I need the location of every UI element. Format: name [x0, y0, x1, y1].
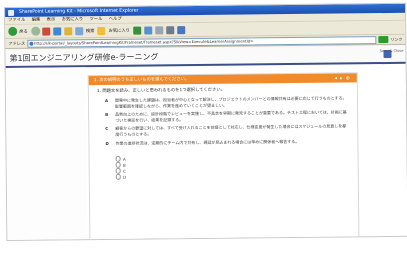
radio-button[interactable]: [115, 162, 122, 168]
mail-icon[interactable]: [154, 25, 163, 34]
option-b: B 品質向上のために、設計段階でレビューを実施し、不具合を早期に発見することが重…: [105, 110, 349, 124]
save-close-label[interactable]: Save & Close: [380, 49, 404, 53]
menu-favorites[interactable]: お気に入り: [62, 17, 84, 22]
question-text: 1. 問題文を読み、正しいと思われるものを1つ選択してください。: [96, 87, 225, 95]
forward-icon[interactable]: [30, 26, 40, 36]
menu-tools[interactable]: ツール: [89, 17, 102, 22]
go-button[interactable]: [378, 35, 389, 44]
radio-button[interactable]: [115, 156, 122, 162]
page-icon: [29, 41, 34, 46]
radio-button[interactable]: [115, 168, 122, 174]
menu-edit[interactable]: 編集: [32, 18, 41, 23]
option-text: 作業の進捗状況は、定期的にチーム内で共有し、遅延が見込まれる場合には早めに関係者…: [115, 138, 300, 146]
question-header-text: 1. 次の説明のうち正しいものを選んでください。: [93, 77, 190, 84]
question-header: 1. 次の説明のうち正しいものを選んでください。 ◂▸⊕: [88, 73, 357, 86]
answer-radio-d[interactable]: D: [115, 171, 358, 180]
address-input[interactable]: http://slk-portal/_layouts/SharePointLea…: [27, 35, 377, 48]
option-letter: C: [105, 126, 109, 132]
home-icon[interactable]: [63, 26, 72, 35]
window-title: SharePoint Learning Kit - Microsoft Inte…: [19, 8, 139, 15]
header-nav-icons[interactable]: ◂▸⊕: [334, 74, 353, 83]
radio-button[interactable]: [115, 174, 122, 180]
history-icon[interactable]: [143, 25, 152, 35]
favorites-label[interactable]: お気に入り: [108, 27, 130, 33]
menu-file[interactable]: ファイル: [8, 18, 25, 23]
option-a: A 開発中に発生した課題は、担当者が中心となって解決し、プロジェクトのメンバーと…: [105, 95, 349, 109]
address-url: http://slk-portal/_layouts/SharePointLea…: [34, 37, 254, 46]
course-header: 第1回エンジニアリング研修e-ラーニング Save & Close: [5, 45, 406, 68]
search-icon[interactable]: [74, 26, 83, 35]
favorites-icon[interactable]: [97, 26, 106, 35]
edit-icon[interactable]: [176, 25, 185, 34]
radio-label: C: [123, 168, 126, 174]
option-text: 品質向上のために、設計段階でレビューを実施し、不具合を早期に発見することが重要で…: [115, 109, 347, 123]
question-card: 1. 次の説明のうち正しいものを選んでください。 ◂▸⊕ 1. 問題文を読み、正…: [87, 72, 360, 240]
menu-help[interactable]: ヘルプ: [109, 17, 122, 22]
table-of-contents: [5, 67, 88, 240]
option-letter: A: [104, 97, 109, 103]
option-letter: D: [105, 140, 109, 146]
radio-label: D: [123, 174, 127, 180]
links-label[interactable]: リンク: [390, 36, 402, 42]
option-d: D 作業の進捗状況は、定期的にチーム内で共有し、遅延が見込まれる場合には早めに関…: [105, 138, 349, 146]
back-label[interactable]: 戻る: [19, 28, 28, 34]
back-icon[interactable]: [8, 26, 18, 36]
media-icon[interactable]: [132, 26, 141, 35]
menu-view[interactable]: 表示: [47, 17, 56, 22]
page-content: 第1回エンジニアリング研修e-ラーニング Save & Close 1. 次の説…: [5, 45, 407, 240]
option-c: C 顧客からの要望に対しては、すべて受け入れることを前提として対応し、仕様変更が…: [105, 124, 349, 138]
address-label: アドレス: [8, 40, 26, 46]
refresh-icon[interactable]: [52, 26, 61, 36]
browser-window: SharePoint Learning Kit - Microsoft Inte…: [5, 3, 407, 240]
radio-label: A: [122, 156, 126, 162]
ie-app-icon: [8, 9, 15, 16]
stop-icon[interactable]: [41, 27, 50, 36]
search-label[interactable]: 検索: [86, 28, 95, 34]
option-text: 顧客からの要望に対しては、すべて受け入れることを前提として対応し、仕様変更が発生…: [115, 123, 347, 137]
option-text: 開発中に発生した課題は、担当者が中心となって解決し、プロジェクトのメンバーとの情…: [114, 95, 347, 109]
option-letter: B: [105, 112, 109, 118]
print-icon[interactable]: [165, 25, 174, 34]
answer-radio-group: A B C D: [115, 153, 358, 180]
radio-label: B: [123, 162, 126, 168]
course-title: 第1回エンジニアリング研修e-ラーニング: [9, 52, 159, 63]
